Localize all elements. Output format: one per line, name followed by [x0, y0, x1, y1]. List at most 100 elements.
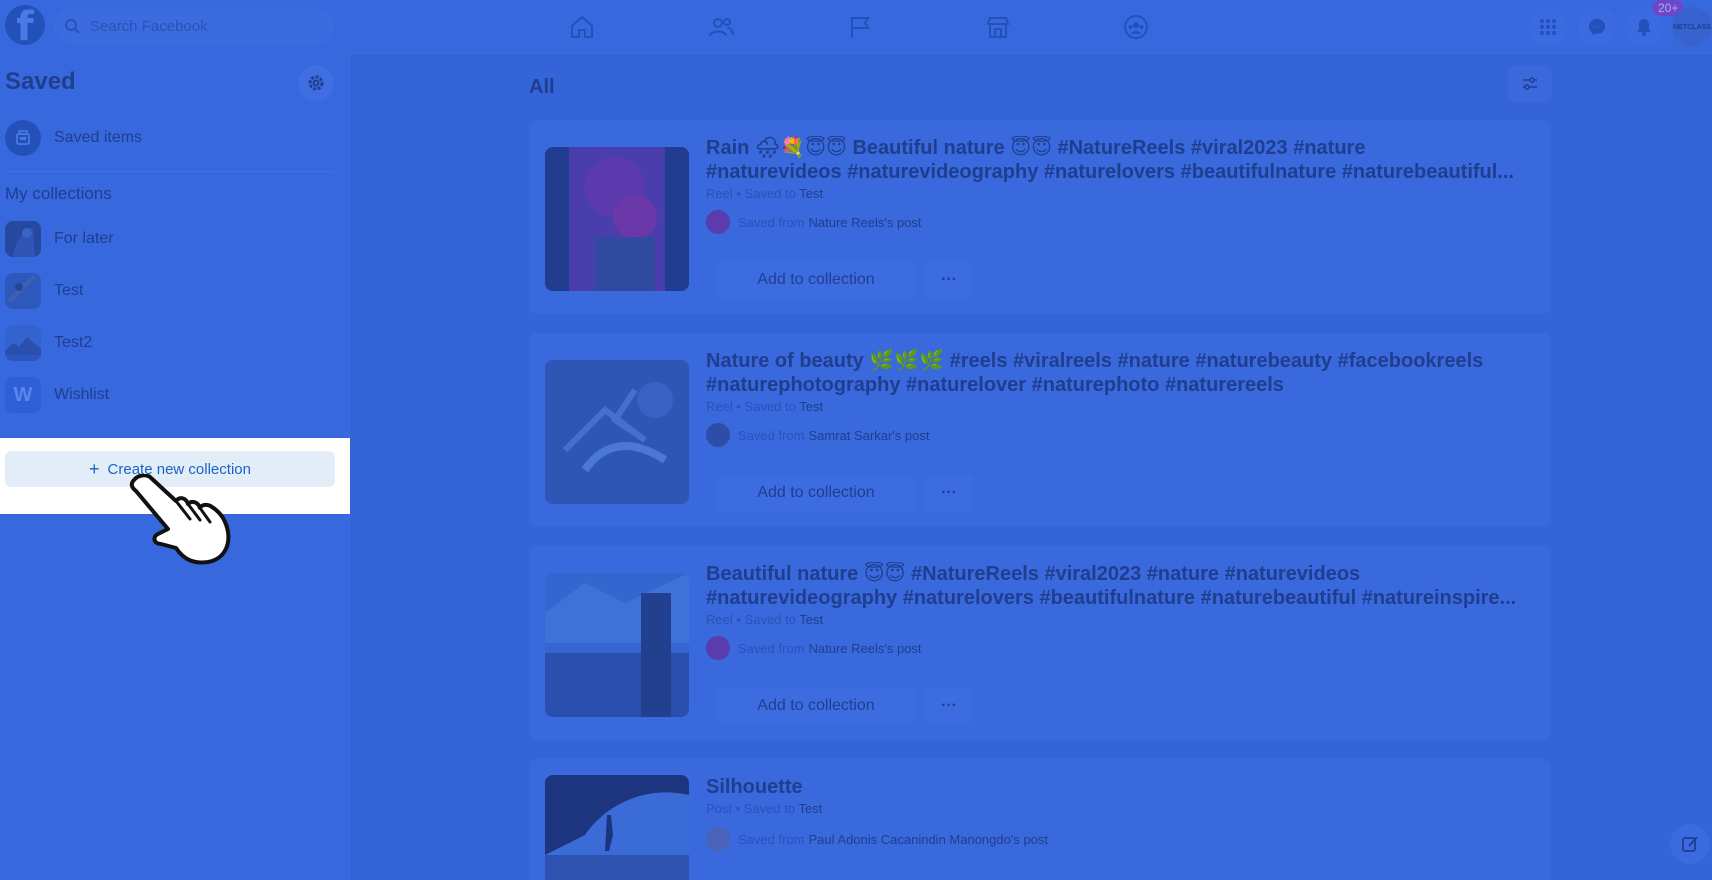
home-icon	[571, 15, 593, 38]
bell-icon	[1637, 19, 1651, 36]
item-type: Reel	[706, 399, 733, 414]
grid-menu-icon	[1540, 19, 1556, 35]
marketplace-icon	[986, 17, 1010, 38]
saved-items-icon	[5, 120, 41, 156]
collection-thumbnail	[5, 221, 41, 257]
more-options-button[interactable]: ···	[925, 262, 973, 298]
groups-icon	[1124, 15, 1148, 39]
nav-home[interactable]	[565, 10, 599, 44]
friends-icon	[709, 18, 734, 37]
wishlist-icon: W	[5, 377, 41, 413]
saved-to-prefix: • Saved to	[735, 801, 796, 816]
filter-button[interactable]	[1508, 66, 1552, 102]
saved-from: Saved from Paul Adonis Cacanindin Manong…	[706, 827, 1048, 851]
collection-link[interactable]: Test	[799, 399, 823, 414]
saved-from-prefix: Saved from	[738, 427, 805, 443]
saved-item-thumbnail[interactable]	[545, 573, 689, 717]
saved-item-title[interactable]: Beautiful nature 😇😇 #NatureReels #viral2…	[706, 562, 1536, 610]
nav-pages[interactable]	[843, 10, 877, 44]
source-avatar[interactable]	[706, 210, 730, 234]
sidebar-item-saved-items[interactable]: Saved items	[5, 118, 142, 158]
add-to-collection-button[interactable]: Add to collection	[717, 688, 915, 724]
saved-item-title[interactable]: Silhouette	[706, 775, 1536, 799]
saved-to-prefix: • Saved to	[736, 186, 796, 201]
saved-item-thumbnail[interactable]	[545, 360, 689, 504]
search-input[interactable]	[90, 17, 310, 35]
new-message-button[interactable]	[1670, 824, 1710, 864]
title-line-2: #naturephotography #naturelover #naturep…	[706, 374, 1284, 396]
more-options-button[interactable]: ···	[925, 688, 973, 724]
plus-icon: +	[89, 458, 100, 479]
collection-label: Wishlist	[54, 386, 110, 403]
messenger-button[interactable]	[1577, 7, 1617, 47]
sidebar-title: Saved	[5, 68, 76, 95]
profile-avatar-text: NETCLASS	[1673, 23, 1711, 31]
saved-item-title[interactable]: Nature of beauty 🌿🌿🌿 #reels #viralreels …	[706, 349, 1536, 397]
saved-item-meta: Reel • Saved to Test	[706, 612, 823, 627]
saved-item-title[interactable]: Rain 🌧💐😇😇 Beautiful nature 😇😇 #NatureRee…	[706, 136, 1536, 184]
profile-avatar[interactable]: NETCLASS	[1672, 7, 1712, 47]
menu-button[interactable]	[1528, 7, 1568, 47]
item-type: Reel	[706, 612, 733, 627]
settings-button[interactable]	[298, 65, 334, 101]
source-link[interactable]: Nature Reels's post	[808, 215, 921, 230]
title-line-1: Silhouette	[706, 776, 803, 798]
nav-friends[interactable]	[704, 10, 738, 44]
saved-to-prefix: • Saved to	[736, 399, 796, 414]
collection-thumbnail	[5, 325, 41, 361]
facebook-logo[interactable]: f	[5, 5, 45, 45]
saved-item-card[interactable]: Nature of beauty 🌿🌿🌿 #reels #viralreels …	[529, 333, 1551, 527]
source-link[interactable]: Nature Reels's post	[808, 641, 921, 656]
search-icon	[65, 19, 80, 34]
compose-icon	[1682, 836, 1698, 852]
source-avatar[interactable]	[706, 636, 730, 660]
saved-from-prefix: Saved from	[738, 214, 805, 230]
gear-icon	[308, 75, 324, 91]
saved-from-prefix: Saved from	[738, 640, 805, 656]
title-line-2: #naturevideos #naturevideography #nature…	[706, 161, 1514, 183]
sidebar-item-test2[interactable]: Test2	[5, 323, 92, 363]
nav-groups[interactable]	[1119, 10, 1153, 44]
collection-link[interactable]: Test	[799, 801, 823, 816]
add-to-collection-button[interactable]: Add to collection	[717, 475, 915, 511]
title-line-1: Beautiful nature 😇😇 #NatureReels #viral2…	[706, 563, 1361, 585]
title-line-1: Rain 🌧💐😇😇 Beautiful nature 😇😇 #NatureRee…	[706, 137, 1366, 159]
saved-item-meta: Reel • Saved to Test	[706, 399, 823, 414]
collection-link[interactable]: Test	[799, 186, 823, 201]
collection-link[interactable]: Test	[799, 612, 823, 627]
saved-items-label: Saved items	[54, 129, 143, 146]
flag-icon	[851, 17, 870, 38]
collection-label: Test	[54, 282, 84, 299]
saved-item-meta: Post • Saved to Test	[706, 801, 822, 816]
wishlist-icon-letter: W	[13, 383, 33, 406]
collection-label: For later	[54, 230, 114, 247]
saved-item-thumbnail[interactable]	[545, 147, 689, 291]
sidebar-item-for-later[interactable]: For later	[5, 219, 114, 259]
my-collections-heading: My collections	[5, 184, 112, 203]
saved-item-thumbnail[interactable]	[545, 775, 689, 880]
top-bar: f 20+ NETCLASS	[0, 0, 1712, 54]
sidebar-item-wishlist[interactable]: W Wishlist	[5, 375, 109, 415]
facebook-logo-letter: f	[16, 5, 34, 45]
add-to-collection-button[interactable]: Add to collection	[717, 262, 915, 298]
saved-item-card[interactable]: Silhouette Post • Saved to Test Saved fr…	[529, 759, 1551, 880]
title-line-2: #naturevideography #naturelovers #beauti…	[706, 587, 1517, 609]
sidebar-item-test[interactable]: Test	[5, 271, 83, 311]
saved-item-card[interactable]: Rain 🌧💐😇😇 Beautiful nature 😇😇 #NatureRee…	[529, 120, 1551, 314]
sidebar-divider	[5, 171, 335, 172]
saved-from: Saved from Nature Reels's post	[706, 210, 922, 234]
source-link[interactable]: Paul Adonis Cacanindin Manongdo's post	[808, 832, 1048, 847]
title-line-1: Nature of beauty 🌿🌿🌿 #reels #viralreels …	[706, 350, 1484, 372]
source-avatar[interactable]	[706, 827, 730, 851]
saved-item-meta: Reel • Saved to Test	[706, 186, 823, 201]
collection-label: Test2	[54, 334, 93, 351]
search-box[interactable]	[54, 8, 334, 44]
messenger-icon	[1589, 19, 1605, 35]
nav-marketplace[interactable]	[981, 10, 1015, 44]
saved-item-card[interactable]: Beautiful nature 😇😇 #NatureReels #viral2…	[529, 546, 1551, 740]
source-link[interactable]: Samrat Sarkar's post	[808, 428, 929, 443]
more-options-button[interactable]: ···	[925, 475, 973, 511]
saved-from-prefix: Saved from	[738, 831, 805, 847]
saved-to-prefix: • Saved to	[736, 612, 796, 627]
source-avatar[interactable]	[706, 423, 730, 447]
